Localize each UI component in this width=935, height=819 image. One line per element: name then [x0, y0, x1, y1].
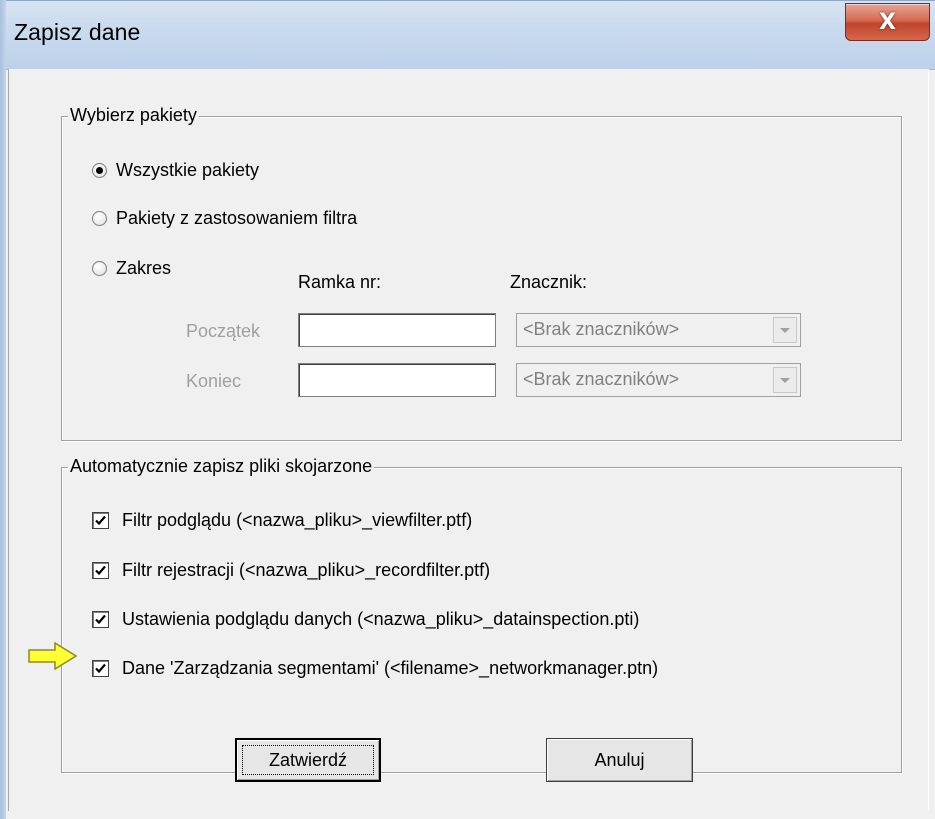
select-packets-group: Wybierz pakiety Wszystkie pakiety Pakiet…	[61, 105, 902, 441]
close-icon: X	[879, 9, 896, 35]
checkmark-icon[interactable]	[92, 562, 109, 579]
radio-icon[interactable]	[92, 211, 107, 226]
checkbox-record-filter-label: Filtr rejestracji (<nazwa_pliku>_recordf…	[122, 560, 491, 580]
checkmark-icon[interactable]	[92, 660, 109, 677]
start-marker-select[interactable]: <Brak znaczników>	[516, 313, 801, 347]
checkmark-icon[interactable]	[92, 512, 109, 529]
title-bar[interactable]: Zapisz dane X	[0, 0, 935, 70]
start-frame-input[interactable]	[298, 313, 496, 347]
checkbox-data-inspection-label: Ustawienia podglądu danych (<nazwa_pliku…	[122, 609, 640, 629]
checkbox-network-manager[interactable]: Dane 'Zarządzania segmentami' (<filename…	[92, 658, 658, 679]
window-frame-edge	[0, 0, 6, 819]
save-data-dialog: Zapisz dane X Wybierz pakiety Wszystkie …	[0, 0, 935, 819]
end-marker-select[interactable]: <Brak znaczników>	[516, 363, 801, 397]
checkbox-record-filter[interactable]: Filtr rejestracji (<nazwa_pliku>_recordf…	[92, 560, 490, 581]
checkmark-icon[interactable]	[92, 611, 109, 628]
end-label: Koniec	[186, 371, 242, 391]
radio-filtered-packets-label: Pakiety z zastosowaniem filtra	[116, 208, 358, 228]
cancel-button-label: Anuluj	[594, 749, 645, 770]
dialog-client-area: Wybierz pakiety Wszystkie pakiety Pakiet…	[8, 69, 929, 811]
radio-range[interactable]: Zakres	[92, 258, 171, 279]
radio-icon[interactable]	[92, 261, 107, 276]
arrow-right-icon	[28, 641, 78, 671]
start-marker-value: <Brak znaczników>	[523, 319, 680, 339]
radio-icon[interactable]	[92, 163, 107, 178]
radio-all-packets-label: Wszystkie pakiety	[116, 160, 260, 180]
start-label: Początek	[186, 321, 261, 341]
focus-ring	[242, 745, 374, 775]
end-marker-value: <Brak znaczników>	[523, 369, 680, 389]
auto-save-group: Automatycznie zapisz pliki skojarzone Fi…	[61, 456, 902, 773]
radio-all-packets[interactable]: Wszystkie pakiety	[92, 160, 259, 181]
cancel-button[interactable]: Anuluj	[546, 738, 693, 782]
checkbox-view-filter-label: Filtr podglądu (<nazwa_pliku>_viewfilter…	[122, 510, 473, 530]
window-title: Zapisz dane	[14, 19, 141, 45]
checkbox-network-manager-label: Dane 'Zarządzania segmentami' (<filename…	[122, 658, 659, 678]
radio-range-label: Zakres	[116, 258, 172, 278]
checkbox-data-inspection[interactable]: Ustawienia podglądu danych (<nazwa_pliku…	[92, 609, 639, 630]
end-frame-input[interactable]	[298, 363, 496, 397]
auto-save-legend: Automatycznie zapisz pliki skojarzone	[68, 456, 375, 477]
chevron-down-icon[interactable]	[773, 367, 797, 393]
checkbox-view-filter[interactable]: Filtr podglądu (<nazwa_pliku>_viewfilter…	[92, 510, 472, 531]
close-button[interactable]: X	[845, 3, 930, 41]
confirm-button[interactable]: Zatwierdź	[235, 738, 381, 782]
chevron-down-icon[interactable]	[773, 317, 797, 343]
select-packets-legend: Wybierz pakiety	[68, 105, 199, 126]
frame-number-header: Ramka nr:	[298, 272, 382, 292]
radio-filtered-packets[interactable]: Pakiety z zastosowaniem filtra	[92, 208, 357, 229]
marker-header: Znacznik:	[510, 272, 588, 292]
